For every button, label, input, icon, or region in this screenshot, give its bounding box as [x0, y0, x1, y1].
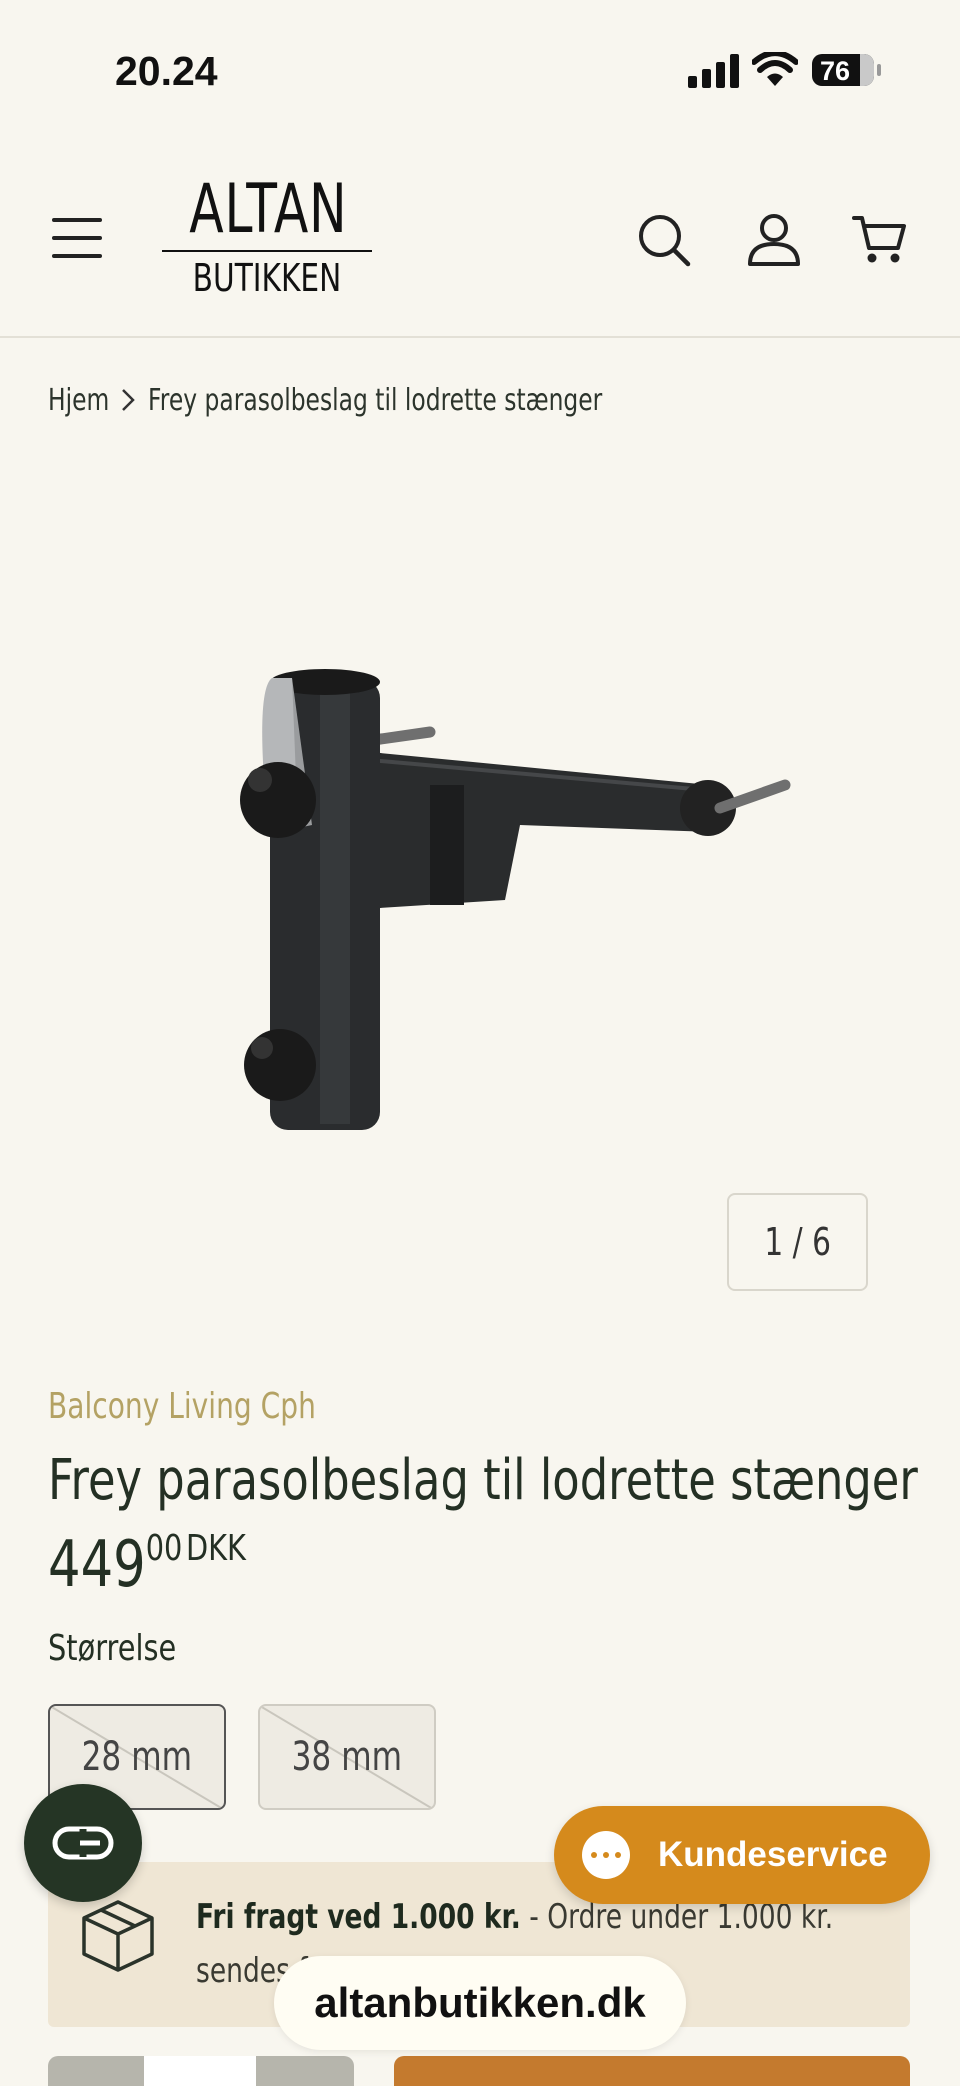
logo-divider: [162, 250, 372, 252]
account-icon[interactable]: [746, 212, 802, 268]
image-counter[interactable]: 1 / 6: [727, 1193, 868, 1291]
logo-text-bottom: BUTIKKEN: [192, 256, 342, 300]
product-vendor[interactable]: Balcony Living Cph: [48, 1386, 316, 1427]
product-image[interactable]: [200, 660, 800, 1160]
chat-logo-icon: [52, 1826, 114, 1860]
quantity-stepper[interactable]: [48, 2056, 354, 2086]
site-header: ALTAN BUTIKKEN: [0, 130, 960, 338]
signal-icon: [688, 54, 739, 88]
option-label: Størrelse: [48, 1628, 177, 1669]
add-to-cart-button[interactable]: [394, 2056, 910, 2086]
price-main: 449: [48, 1528, 146, 1602]
customer-service-button[interactable]: Kundeservice: [554, 1806, 930, 1904]
image-counter-text: 1 / 6: [764, 1220, 831, 1264]
cart-icon[interactable]: [852, 212, 908, 268]
product-title: Frey parasolbeslag til lodrette stænger: [48, 1448, 918, 1513]
battery-tip: [877, 64, 881, 76]
battery-icon: 76: [812, 54, 874, 86]
shipping-text-bold: Fri fragt ved 1.000 kr.: [196, 1897, 521, 1937]
breadcrumb-home[interactable]: Hjem: [48, 383, 109, 418]
logo-text-top: ALTAN: [189, 170, 348, 249]
size-option-label: 38 mm: [291, 1734, 403, 1780]
customer-service-label: Kundeservice: [658, 1835, 888, 1874]
search-icon[interactable]: [636, 212, 692, 268]
menu-icon[interactable]: [52, 218, 102, 258]
breadcrumb-current: Frey parasolbeslag til lodrette stænger: [148, 382, 603, 418]
browser-url-bar[interactable]: altanbutikken.dk: [274, 1956, 686, 2050]
price-currency: DKK: [185, 1528, 246, 1569]
battery-level: 76: [820, 56, 851, 86]
wifi-icon: [752, 52, 798, 86]
size-option-label: 28 mm: [81, 1734, 193, 1780]
chat-widget-button[interactable]: [24, 1784, 142, 1902]
site-logo[interactable]: ALTAN BUTIKKEN: [162, 172, 372, 298]
url-domain: altanbutikken.dk: [314, 1979, 646, 2026]
chevron-right-icon: [122, 389, 135, 411]
breadcrumb: Hjem Frey parasolbeslag til lodrette stæ…: [48, 380, 730, 420]
price-decimals: 00: [145, 1528, 183, 1569]
status-time: 20.24: [115, 48, 218, 94]
size-option-38mm[interactable]: 38 mm: [258, 1704, 436, 1810]
box-icon: [82, 1900, 154, 1972]
product-price: 44900 DKK: [48, 1528, 246, 1602]
chat-bubble-icon: [582, 1831, 630, 1879]
status-bar: 20.24 76: [0, 0, 960, 130]
